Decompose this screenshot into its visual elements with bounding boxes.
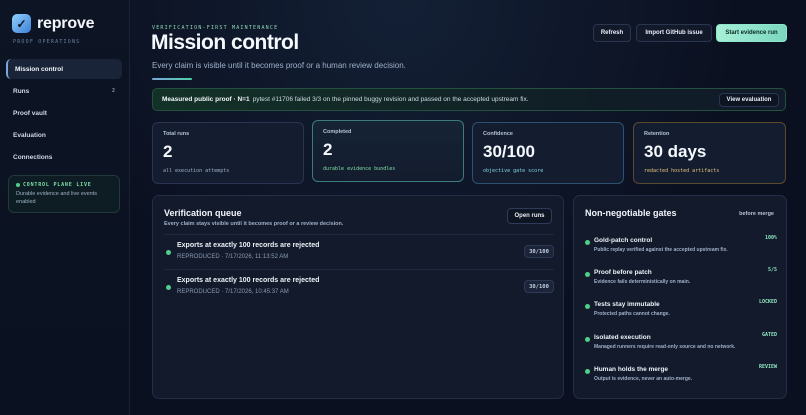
queue-row-meta: REPRODUCED · 7/17/2026, 11:13:52 AM: [177, 254, 289, 260]
sidebar-item-evaluation[interactable]: Evaluation: [6, 125, 122, 145]
sidebar-item-label: Runs: [13, 87, 30, 95]
gate-item: Gold-patch control Public replay verifie…: [585, 235, 777, 265]
status-dot-icon: [166, 285, 171, 290]
gate-item: Human holds the merge Output is evidence…: [585, 364, 777, 394]
check-icon: ✓: [12, 14, 31, 33]
sidebar-item-runs[interactable]: Runs 2: [6, 81, 122, 101]
gate-desc: Protected paths cannot change.: [594, 311, 670, 317]
brand-name: reprove: [37, 14, 95, 32]
stat-value: 2: [323, 140, 333, 159]
queue-row-score: 30/100: [524, 245, 554, 258]
page-subtitle: Every claim is visible until it becomes …: [152, 61, 406, 70]
banner-strong-text: Measured public proof · N=1: [162, 96, 250, 103]
banner-text: pytest #11706 failed 3/3 on the pinned b…: [252, 96, 529, 103]
gate-name: Tests stay immutable: [594, 301, 660, 308]
queue-row-title: Exports at exactly 100 records are rejec…: [177, 277, 320, 284]
stat-card-total-runs: Total runs 2 all execution attempts: [152, 122, 304, 184]
queue-row[interactable]: Exports at exactly 100 records are rejec…: [164, 234, 554, 268]
gate-tag: LOCKED: [758, 299, 777, 305]
sidebar-item-connections[interactable]: Connections: [6, 147, 122, 167]
gate-item: Isolated execution Managed runners requi…: [585, 332, 777, 362]
queue-row-meta: REPRODUCED · 7/17/2026, 10:45:37 AM: [177, 289, 289, 295]
main-content: VERIFICATION-FIRST MAINTENANCE Mission c…: [130, 0, 806, 415]
status-text: Durable evidence and live events enabled: [16, 191, 98, 205]
stat-value: 2: [163, 142, 173, 161]
view-evaluation-button[interactable]: View evaluation: [719, 93, 779, 107]
sidebar-item-proof-vault[interactable]: Proof vault: [6, 103, 122, 123]
brand-subtitle: PROOF OPERATIONS: [13, 39, 81, 45]
gates-panel: Non-negotiable gates before merge Gold-p…: [573, 195, 787, 399]
gate-tag: GATED: [761, 332, 777, 338]
page-title: Mission control: [151, 31, 299, 54]
gate-item: Tests stay immutable Protected paths can…: [585, 299, 777, 329]
sidebar-item-label: Mission control: [15, 65, 64, 73]
queue-subtitle: Every claim stays visible until it becom…: [164, 221, 344, 227]
queue-title: Verification queue: [164, 208, 242, 218]
proof-banner: Measured public proof · N=1 pytest #1170…: [152, 88, 786, 111]
gate-name: Gold-patch control: [594, 237, 653, 244]
refresh-button[interactable]: Refresh: [593, 24, 631, 42]
gate-tag: 5/5: [767, 267, 777, 273]
sidebar-nav: Mission control Runs 2 Proof vault Evalu…: [6, 59, 122, 169]
stat-label: Completed: [323, 129, 352, 135]
stat-value: 30 days: [644, 142, 707, 161]
stat-card-confidence: Confidence 30/100 objective gate score: [472, 122, 624, 184]
gate-status-dot-icon: [585, 304, 590, 309]
stat-label: Total runs: [163, 131, 190, 137]
stat-label: Retention: [644, 131, 670, 137]
gate-desc: Public replay verified against the accep…: [594, 247, 728, 253]
queue-row-score: 30/100: [524, 280, 554, 293]
gate-status-dot-icon: [585, 369, 590, 374]
sidebar-item-label: Connections: [13, 153, 53, 161]
sidebar-item-label: Proof vault: [13, 109, 47, 117]
gate-name: Isolated execution: [594, 334, 651, 341]
gate-desc: Output is evidence, never an auto-merge.: [594, 376, 693, 382]
gates-title: Non-negotiable gates: [585, 208, 677, 218]
stat-card-completed: Completed 2 durable evidence bundles: [312, 120, 464, 182]
import-github-issue-button[interactable]: Import GitHub issue: [636, 24, 712, 42]
brand[interactable]: ✓ reprove: [12, 14, 94, 33]
verification-queue-panel: Verification queue Every claim stays vis…: [152, 195, 564, 399]
queue-row[interactable]: Exports at exactly 100 records are rejec…: [164, 269, 554, 303]
gates-note: before merge: [739, 211, 774, 217]
open-runs-button[interactable]: Open runs: [507, 208, 552, 224]
gate-tag: 100%: [764, 235, 777, 241]
sidebar-item-label: Evaluation: [13, 131, 46, 139]
gate-item: Proof before patch Evidence fails determ…: [585, 267, 777, 297]
stat-value: 30/100: [483, 142, 535, 161]
status-heading: CONTROL PLANE LIVE: [16, 182, 112, 188]
stat-foot: all execution attempts: [163, 168, 230, 174]
live-status-dot-icon: [16, 183, 20, 187]
gate-name: Proof before patch: [594, 269, 652, 276]
stat-foot: redacted hosted artifacts: [644, 168, 720, 174]
gate-status-dot-icon: [585, 272, 590, 277]
title-underline: [152, 78, 192, 80]
status-title: CONTROL PLANE LIVE: [23, 182, 92, 188]
stat-foot: objective gate score: [483, 168, 544, 174]
gate-name: Human holds the merge: [594, 366, 669, 373]
gate-status-dot-icon: [585, 337, 590, 342]
queue-row-title: Exports at exactly 100 records are rejec…: [177, 242, 320, 249]
control-plane-status: CONTROL PLANE LIVE Durable evidence and …: [8, 175, 120, 213]
gate-desc: Evidence fails deterministically on main…: [594, 279, 691, 285]
status-dot-icon: [166, 250, 171, 255]
start-evidence-run-button[interactable]: Start evidence run: [716, 24, 787, 42]
gate-status-dot-icon: [585, 240, 590, 245]
runs-count-badge: 2: [111, 88, 115, 94]
stat-label: Confidence: [483, 131, 513, 137]
stat-card-retention: Retention 30 days redacted hosted artifa…: [633, 122, 786, 184]
gate-desc: Managed runners require read-only source…: [594, 344, 736, 350]
gate-tag: REVIEW: [758, 364, 777, 370]
sidebar: ✓ reprove PROOF OPERATIONS Mission contr…: [0, 0, 130, 415]
stat-foot: durable evidence bundles: [323, 166, 396, 172]
sidebar-item-mission-control[interactable]: Mission control: [6, 59, 122, 79]
